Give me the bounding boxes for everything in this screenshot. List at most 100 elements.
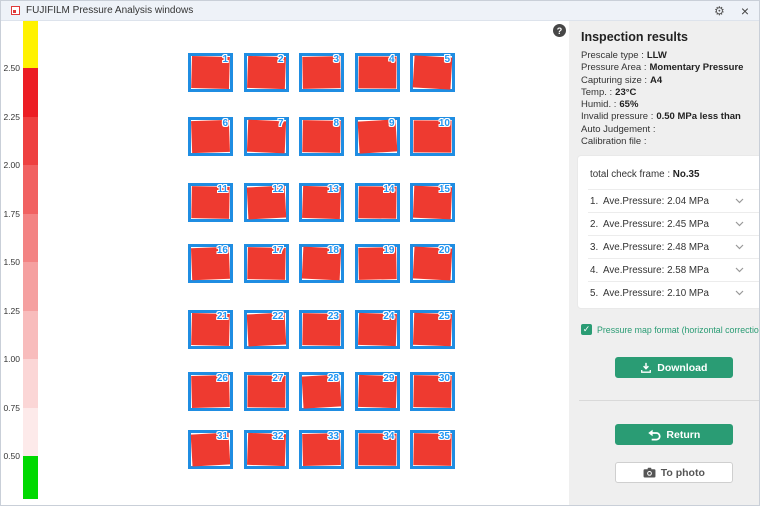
- pressure-scale-bar: [23, 21, 38, 499]
- pressure-frame-23[interactable]: 23: [299, 310, 344, 349]
- window-title: FUJIFILM Pressure Analysis windows: [26, 5, 193, 16]
- window-body: 2.502.252.001.751.501.251.000.750.50 123…: [1, 21, 759, 505]
- pressure-list-item[interactable]: 5.Ave.Pressure: 2.10 MPa: [588, 281, 760, 304]
- pressure-frame-2[interactable]: 2: [244, 53, 289, 92]
- pressure-frame-11[interactable]: 11: [188, 183, 233, 222]
- frame-number: 13: [328, 184, 339, 195]
- pressure-frame-18[interactable]: 18: [299, 244, 344, 283]
- inspection-panel: Inspection results Prescale type :LLWPre…: [569, 21, 760, 505]
- info-label: Temp. :: [581, 87, 612, 98]
- pressure-frame-16[interactable]: 16: [188, 244, 233, 283]
- pressure-frame-24[interactable]: 24: [355, 310, 400, 349]
- download-button-label: Download: [657, 362, 707, 374]
- close-icon[interactable]: ×: [741, 4, 749, 18]
- pressure-frame-9[interactable]: 9: [355, 117, 400, 156]
- scale-segment-step2: [23, 117, 38, 166]
- app-window: FUJIFILM Pressure Analysis windows ⚙ × 2…: [0, 0, 760, 506]
- frame-number: 23: [328, 311, 339, 322]
- pressure-frame-26[interactable]: 26: [188, 372, 233, 411]
- download-button[interactable]: Download: [615, 357, 733, 378]
- chevron-down-icon[interactable]: [735, 221, 744, 227]
- pressure-frame-13[interactable]: 13: [299, 183, 344, 222]
- item-number: 2.: [590, 219, 603, 230]
- frame-number: 25: [439, 311, 450, 322]
- scale-segment-over: [23, 21, 38, 68]
- pressure-frame-5[interactable]: 5: [410, 53, 455, 92]
- pressure-frame-35[interactable]: 35: [410, 430, 455, 469]
- total-check-frame-label: total check frame :: [590, 169, 670, 180]
- frame-number: 1: [222, 54, 228, 65]
- download-icon: [640, 362, 652, 374]
- camera-icon: [643, 467, 656, 478]
- pressure-list-item[interactable]: 1.Ave.Pressure: 2.04 MPa: [588, 189, 760, 212]
- frame-number: 16: [217, 245, 228, 256]
- pressure-frame-31[interactable]: 31: [188, 430, 233, 469]
- pressure-frame-22[interactable]: 22: [244, 310, 289, 349]
- pressure-frame-17[interactable]: 17: [244, 244, 289, 283]
- pressure-frame-25[interactable]: 25: [410, 310, 455, 349]
- pressure-list-item[interactable]: 2.Ave.Pressure: 2.45 MPa: [588, 212, 760, 235]
- pressure-frame-7[interactable]: 7: [244, 117, 289, 156]
- panel-title: Inspection results: [581, 30, 760, 44]
- checkbox-label: Pressure map format (horizontal correcti…: [597, 325, 760, 335]
- chevron-down-icon[interactable]: [735, 198, 744, 204]
- item-text: Ave.Pressure: 2.10 MPa: [603, 288, 735, 299]
- to-photo-button[interactable]: To photo: [615, 462, 733, 483]
- frame-number: 8: [333, 118, 339, 129]
- gear-icon[interactable]: ⚙: [714, 5, 725, 17]
- to-photo-button-label: To photo: [661, 467, 705, 479]
- pressure-map-format-row[interactable]: ✓ Pressure map format (horizontal correc…: [581, 324, 760, 335]
- pressure-frame-1[interactable]: 1: [188, 53, 233, 92]
- scale-segment-step6: [23, 311, 38, 360]
- scale-tick-label: 0.75: [1, 404, 20, 413]
- pressure-frame-21[interactable]: 21: [188, 310, 233, 349]
- pressure-frame-6[interactable]: 6: [188, 117, 233, 156]
- frame-number: 35: [439, 431, 450, 442]
- frame-number: 20: [439, 245, 450, 256]
- frame-number: 32: [272, 431, 283, 442]
- pressure-frame-32[interactable]: 32: [244, 430, 289, 469]
- pressure-frame-20[interactable]: 20: [410, 244, 455, 283]
- chevron-down-icon[interactable]: [735, 290, 744, 296]
- frame-number: 19: [383, 245, 394, 256]
- pressure-frame-33[interactable]: 33: [299, 430, 344, 469]
- checkbox-checked-icon[interactable]: ✓: [581, 324, 592, 335]
- pressure-list: 1.Ave.Pressure: 2.04 MPa2.Ave.Pressure: …: [588, 189, 760, 304]
- frame-number: 30: [439, 373, 450, 384]
- return-button[interactable]: Return: [615, 424, 733, 445]
- pressure-frame-8[interactable]: 8: [299, 117, 344, 156]
- pressure-list-item[interactable]: 3.Ave.Pressure: 2.48 MPa: [588, 235, 760, 258]
- pressure-frame-10[interactable]: 10: [410, 117, 455, 156]
- info-label: Invalid pressure :: [581, 111, 653, 122]
- item-text: Ave.Pressure: 2.48 MPa: [603, 242, 735, 253]
- pressure-frame-27[interactable]: 27: [244, 372, 289, 411]
- chevron-down-icon[interactable]: [735, 244, 744, 250]
- info-list: Prescale type :LLWPressure Area :Momenta…: [581, 50, 760, 148]
- frame-number: 24: [383, 311, 394, 322]
- pressure-frame-12[interactable]: 12: [244, 183, 289, 222]
- item-number: 1.: [590, 196, 603, 207]
- pressure-frame-14[interactable]: 14: [355, 183, 400, 222]
- pressure-frame-4[interactable]: 4: [355, 53, 400, 92]
- info-value: LLW: [647, 50, 667, 61]
- pressure-frame-30[interactable]: 30: [410, 372, 455, 411]
- scale-tick-label: 0.50: [1, 452, 20, 461]
- pressure-frame-3[interactable]: 3: [299, 53, 344, 92]
- pressure-frame-19[interactable]: 19: [355, 244, 400, 283]
- pressure-frame-34[interactable]: 34: [355, 430, 400, 469]
- frame-number: 33: [328, 431, 339, 442]
- info-value: 23°C: [615, 87, 636, 98]
- total-check-frame-value: No.35: [673, 169, 700, 180]
- pressure-frame-15[interactable]: 15: [410, 183, 455, 222]
- chevron-down-icon[interactable]: [735, 267, 744, 273]
- titlebar: FUJIFILM Pressure Analysis windows ⚙ ×: [1, 1, 759, 21]
- info-row: Humid. :65%: [581, 99, 760, 111]
- help-icon[interactable]: ?: [553, 24, 566, 37]
- frame-number: 2: [278, 54, 284, 65]
- pressure-list-item[interactable]: 4.Ave.Pressure: 2.58 MPa: [588, 258, 760, 281]
- pressure-frame-28[interactable]: 28: [299, 372, 344, 411]
- pressure-frame-29[interactable]: 29: [355, 372, 400, 411]
- scale-tick-label: 2.00: [1, 161, 20, 170]
- info-label: Humid. :: [581, 99, 616, 110]
- scale-tick-label: 1.25: [1, 307, 20, 316]
